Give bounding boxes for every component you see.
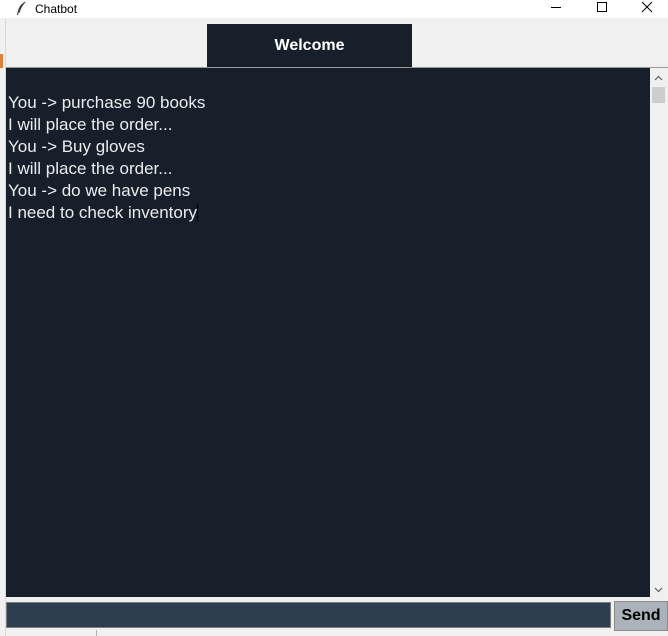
close-button[interactable] (624, 0, 668, 18)
close-icon (641, 0, 653, 18)
chevron-up-icon (654, 68, 663, 86)
chat-message: I will place the order... (8, 159, 173, 178)
minimize-button[interactable] (533, 0, 579, 18)
chatbot-window: Chatbot Welcome You -> purchase 90 books… (0, 0, 668, 636)
minimize-icon (550, 0, 562, 18)
chat-message-last: I need to check inventory (8, 202, 205, 224)
scroll-up-button[interactable] (650, 68, 667, 85)
chat-message: You -> Buy gloves (8, 137, 145, 156)
chevron-down-icon (654, 580, 663, 598)
welcome-header: Welcome (207, 24, 412, 67)
text-caret (197, 204, 199, 221)
scroll-thumb[interactable] (652, 87, 665, 103)
chat-log[interactable]: You -> purchase 90 books I will place th… (6, 68, 650, 597)
title-bar[interactable]: Chatbot (0, 0, 668, 18)
edge-marker (0, 54, 3, 68)
chat-message: I need to check inventory (8, 203, 198, 222)
chat-messages: You -> purchase 90 books I will place th… (8, 92, 205, 224)
chat-message: You -> do we have pens (8, 181, 191, 200)
chat-scrollbar[interactable] (650, 68, 667, 597)
chat-message: I will place the order... (8, 115, 173, 134)
send-button[interactable]: Send (614, 601, 668, 631)
chat-message: You -> purchase 90 books (8, 93, 206, 112)
feather-icon (14, 1, 28, 17)
bottom-divider (96, 630, 97, 636)
maximize-icon (596, 0, 608, 18)
scroll-down-button[interactable] (650, 580, 667, 597)
maximize-button[interactable] (579, 0, 625, 18)
message-input[interactable] (6, 602, 611, 628)
window-title: Chatbot (35, 2, 78, 16)
